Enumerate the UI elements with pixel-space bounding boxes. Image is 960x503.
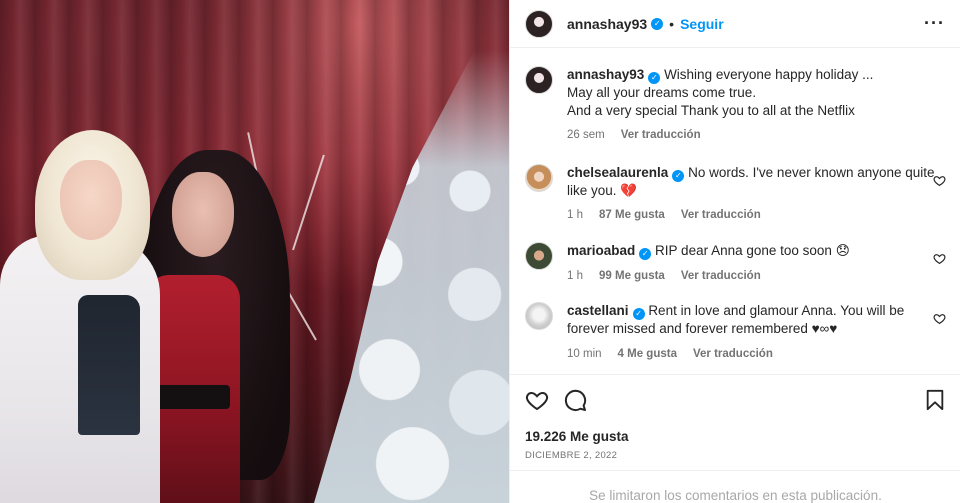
comment-meta: 1 h 99 Me gusta Ver traducción bbox=[567, 268, 937, 286]
comment-see-translation[interactable]: Ver traducción bbox=[693, 346, 773, 364]
verified-badge-icon: ✓ bbox=[639, 247, 652, 260]
verified-badge-icon: ✓ bbox=[672, 169, 685, 182]
commenter-avatar[interactable] bbox=[525, 302, 553, 330]
caption-line-2: May all your dreams come true. bbox=[567, 85, 757, 100]
comment-content: castellani ✓ Rent in love and glamour Ann… bbox=[567, 302, 937, 338]
comment-time[interactable]: 1 h bbox=[567, 268, 583, 286]
comment-bubble-icon[interactable] bbox=[563, 388, 587, 412]
like-heart-icon[interactable] bbox=[525, 388, 549, 412]
verified-badge-icon: ✓ bbox=[651, 17, 664, 30]
post-header: annashay93 ✓ • Seguir ··· bbox=[510, 0, 960, 48]
verified-badge-icon: ✓ bbox=[648, 72, 661, 84]
author-username[interactable]: annashay93 bbox=[567, 16, 647, 32]
more-horizontal-icon[interactable]: ··· bbox=[924, 13, 945, 34]
verified-badge-icon: ✓ bbox=[632, 308, 645, 320]
post-photo[interactable] bbox=[0, 0, 509, 503]
comment-content: marioabad ✓ RIP dear Anna gone too soon 😞 bbox=[567, 242, 937, 260]
post-actions: 19.226 Me gusta DICIEMBRE 2, 2022 bbox=[510, 374, 960, 470]
comment-like-count[interactable]: 87 Me gusta bbox=[599, 207, 665, 225]
caption: annashay93 ✓ Wishing everyone happy holid… bbox=[525, 66, 946, 145]
comment-item: chelsealaurenla ✓ No words. I've never kn… bbox=[525, 163, 946, 225]
follow-button[interactable]: Seguir bbox=[680, 16, 724, 32]
comment-see-translation[interactable]: Ver traducción bbox=[681, 268, 761, 286]
comment-username[interactable]: chelsealaurenla bbox=[567, 165, 668, 180]
woman-left-face bbox=[60, 160, 122, 240]
caption-avatar[interactable] bbox=[525, 66, 553, 94]
woman-left-vest bbox=[78, 295, 140, 435]
comment-see-translation[interactable]: Ver traducción bbox=[681, 207, 761, 225]
save-bookmark-icon[interactable] bbox=[924, 389, 946, 411]
caption-line-1: annashay93 ✓ Wishing everyone happy holid… bbox=[567, 66, 937, 84]
post-date[interactable]: DICIEMBRE 2, 2022 bbox=[525, 450, 946, 461]
caption-see-translation[interactable]: Ver traducción bbox=[621, 127, 701, 145]
caption-body: annashay93 ✓ Wishing everyone happy holid… bbox=[567, 66, 937, 145]
caption-meta: 26 sem Ver traducción bbox=[567, 127, 937, 145]
comment-like-count[interactable]: 99 Me gusta bbox=[599, 268, 665, 286]
post-like-count[interactable]: 19.226 Me gusta bbox=[525, 429, 946, 444]
comment-username[interactable]: castellani bbox=[567, 303, 629, 318]
comment-body: marioabad ✓ RIP dear Anna gone too soon 😞… bbox=[567, 242, 937, 286]
comment-like-count[interactable]: 4 Me gusta bbox=[618, 346, 677, 364]
caption-time[interactable]: 26 sem bbox=[567, 127, 605, 145]
comments-limited-notice: Se limitaron los comentarios en esta pub… bbox=[510, 470, 960, 503]
commenter-avatar[interactable] bbox=[525, 163, 553, 192]
comment-meta: 1 h 87 Me gusta Ver traducción bbox=[567, 207, 937, 225]
comment-item: castellani ✓ Rent in love and glamour Ann… bbox=[525, 302, 946, 363]
comment-item: marioabad ✓ RIP dear Anna gone too soon 😞… bbox=[525, 241, 946, 286]
comments-list[interactable]: annashay93 ✓ Wishing everyone happy holid… bbox=[510, 48, 960, 373]
caption-username[interactable]: annashay93 bbox=[567, 67, 644, 82]
comment-text: RIP dear Anna gone too soon 😞 bbox=[655, 242, 850, 258]
dot-separator: • bbox=[669, 15, 675, 32]
like-comment-heart-icon[interactable] bbox=[933, 174, 946, 187]
author-avatar[interactable] bbox=[525, 9, 553, 38]
like-comment-heart-icon[interactable] bbox=[933, 312, 946, 325]
comment-meta: 10 min 4 Me gusta Ver traducción bbox=[567, 346, 937, 364]
post-side-panel: annashay93 ✓ • Seguir ··· annashay93 ✓ Wi… bbox=[509, 0, 960, 503]
comment-time[interactable]: 1 h bbox=[567, 207, 583, 225]
comment-username[interactable]: marioabad bbox=[567, 243, 635, 258]
comment-body: chelsealaurenla ✓ No words. I've never kn… bbox=[567, 164, 937, 225]
caption-text: Wishing everyone happy holiday ... bbox=[664, 67, 874, 82]
like-comment-heart-icon[interactable] bbox=[933, 252, 946, 265]
action-bar bbox=[525, 387, 946, 413]
commenter-avatar[interactable] bbox=[525, 241, 553, 270]
comment-time[interactable]: 10 min bbox=[567, 346, 602, 364]
woman-right-face bbox=[172, 172, 234, 257]
comment-content: chelsealaurenla ✓ No words. I've never kn… bbox=[567, 164, 937, 200]
caption-line-3: And a very special Thank you to all at t… bbox=[567, 102, 855, 118]
woman-right-belt bbox=[150, 385, 230, 409]
comment-body: castellani ✓ Rent in love and glamour Ann… bbox=[567, 302, 937, 363]
